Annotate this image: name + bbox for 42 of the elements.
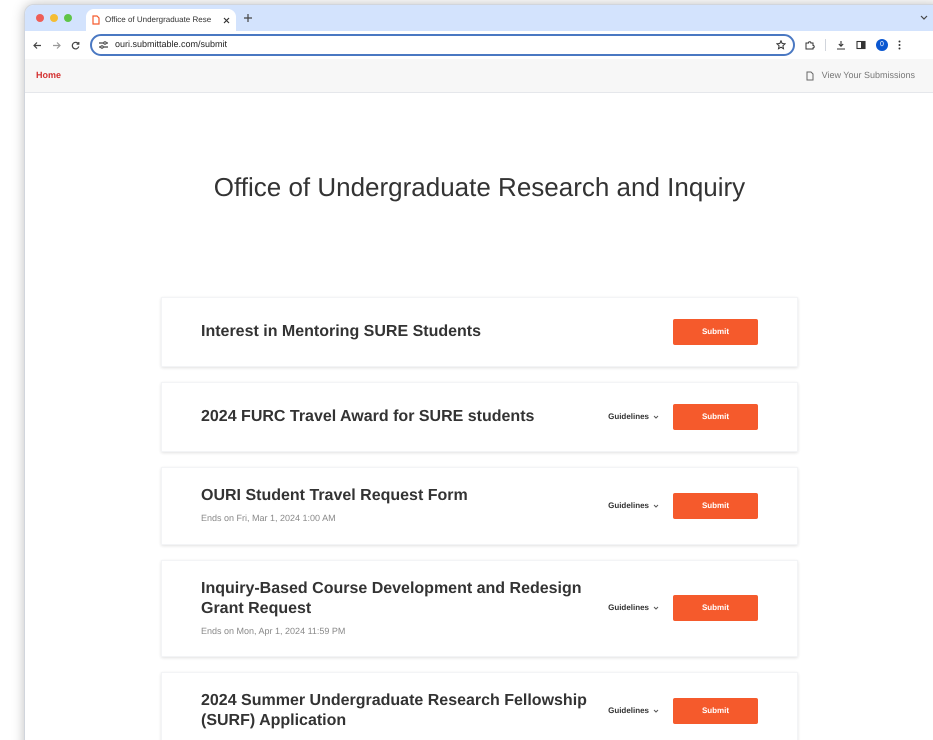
more-menu-icon[interactable] xyxy=(898,40,901,50)
site-settings-icon[interactable] xyxy=(99,41,108,49)
document-icon xyxy=(92,15,100,25)
puzzle-piece-icon[interactable] xyxy=(805,40,815,50)
close-tab-icon[interactable] xyxy=(223,16,230,24)
deadline-text: Ends on Fri, Mar 1, 2024 1:00 AM xyxy=(201,512,337,525)
guidelines-dropdown[interactable]: Guidelines xyxy=(608,411,659,423)
submit-button[interactable]: Submit xyxy=(673,698,758,724)
back-arrow-icon[interactable] xyxy=(33,40,42,50)
guidelines-dropdown[interactable]: Guidelines xyxy=(608,705,659,717)
submit-button[interactable]: Submit xyxy=(673,492,758,519)
star-icon[interactable] xyxy=(776,40,786,50)
chevron-down-icon xyxy=(653,709,659,713)
guidelines-dropdown[interactable]: Guidelines xyxy=(608,602,659,614)
submit-button[interactable]: Submit xyxy=(673,404,758,430)
close-window-icon[interactable] xyxy=(36,14,44,22)
guidelines-dropdown[interactable]: Guidelines xyxy=(608,500,659,512)
form-title: Interest in Mentoring SURE Students xyxy=(201,322,482,342)
tab-title: Office of Undergraduate Rese xyxy=(105,14,212,26)
view-submissions-link[interactable]: View Your Submissions xyxy=(822,68,915,82)
chevron-down-icon xyxy=(653,415,659,419)
new-tab-icon[interactable] xyxy=(244,14,252,22)
download-icon[interactable] xyxy=(836,40,846,50)
form-title: 2024 Summer Undergraduate Research Fellowship (SURF) Application xyxy=(201,691,588,731)
document-icon xyxy=(806,70,814,80)
chevron-down-icon[interactable] xyxy=(920,15,928,21)
url-text: ouri.submittable.com/submit xyxy=(115,38,228,52)
form-title: Inquiry-Based Course Development and Redesign Grant Request xyxy=(201,578,583,618)
side-panel-icon[interactable] xyxy=(856,40,866,50)
form-title: 2024 FURC Travel Award for SURE students xyxy=(201,407,536,427)
form-title: OURI Student Travel Request Form xyxy=(201,486,469,506)
submit-button[interactable]: Submit xyxy=(673,595,758,622)
address-bar[interactable]: ouri.submittable.com/submit xyxy=(90,34,795,56)
page-heading: Office of Undergraduate Research and Inquiry xyxy=(214,171,746,204)
browser-tab[interactable]: Office of Undergraduate Rese xyxy=(86,9,236,31)
deadline-text: Ends on Mon, Apr 1, 2024 11:59 PM xyxy=(201,624,346,638)
chevron-down-icon xyxy=(653,606,659,610)
submit-button[interactable]: Submit xyxy=(673,319,758,345)
home-link[interactable]: Home xyxy=(36,68,62,82)
forward-arrow-icon[interactable] xyxy=(52,40,61,50)
reload-icon[interactable] xyxy=(71,40,80,50)
chevron-down-icon xyxy=(653,504,659,508)
